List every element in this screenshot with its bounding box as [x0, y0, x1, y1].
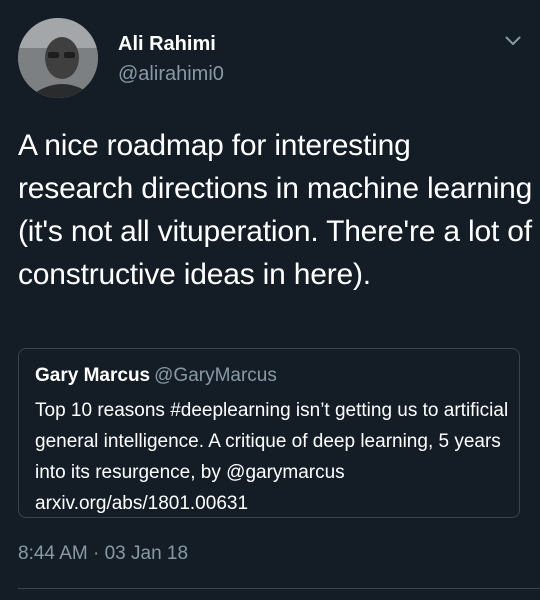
tweet-text: A nice roadmap for interesting research … — [18, 129, 533, 291]
author-handle[interactable]: @alirahimi0 — [118, 63, 224, 86]
quoted-tweet-card[interactable]: Gary Marcus @GaryMarcus Top 10 reasons #d… — [18, 348, 520, 518]
quoted-tweet-text: Top 10 reasons #deeplearning isn’t getti… — [35, 400, 509, 514]
author-name[interactable]: Ali Rahimi — [118, 33, 216, 56]
quoted-tweet-header: Gary Marcus @GaryMarcus — [35, 365, 277, 387]
quoted-author-handle: @GaryMarcus — [154, 365, 277, 386]
tweet-detail: Ali Rahimi @alirahimi0 A nice roadmap fo… — [0, 0, 540, 600]
tweet-timestamp[interactable]: 8:44 AM · 03 Jan 18 — [18, 543, 188, 565]
chevron-down-icon — [505, 36, 521, 45]
quoted-author-name: Gary Marcus — [35, 365, 151, 386]
avatar[interactable] — [18, 18, 98, 98]
tweet-menu-button[interactable] — [500, 30, 526, 52]
divider — [18, 588, 540, 589]
